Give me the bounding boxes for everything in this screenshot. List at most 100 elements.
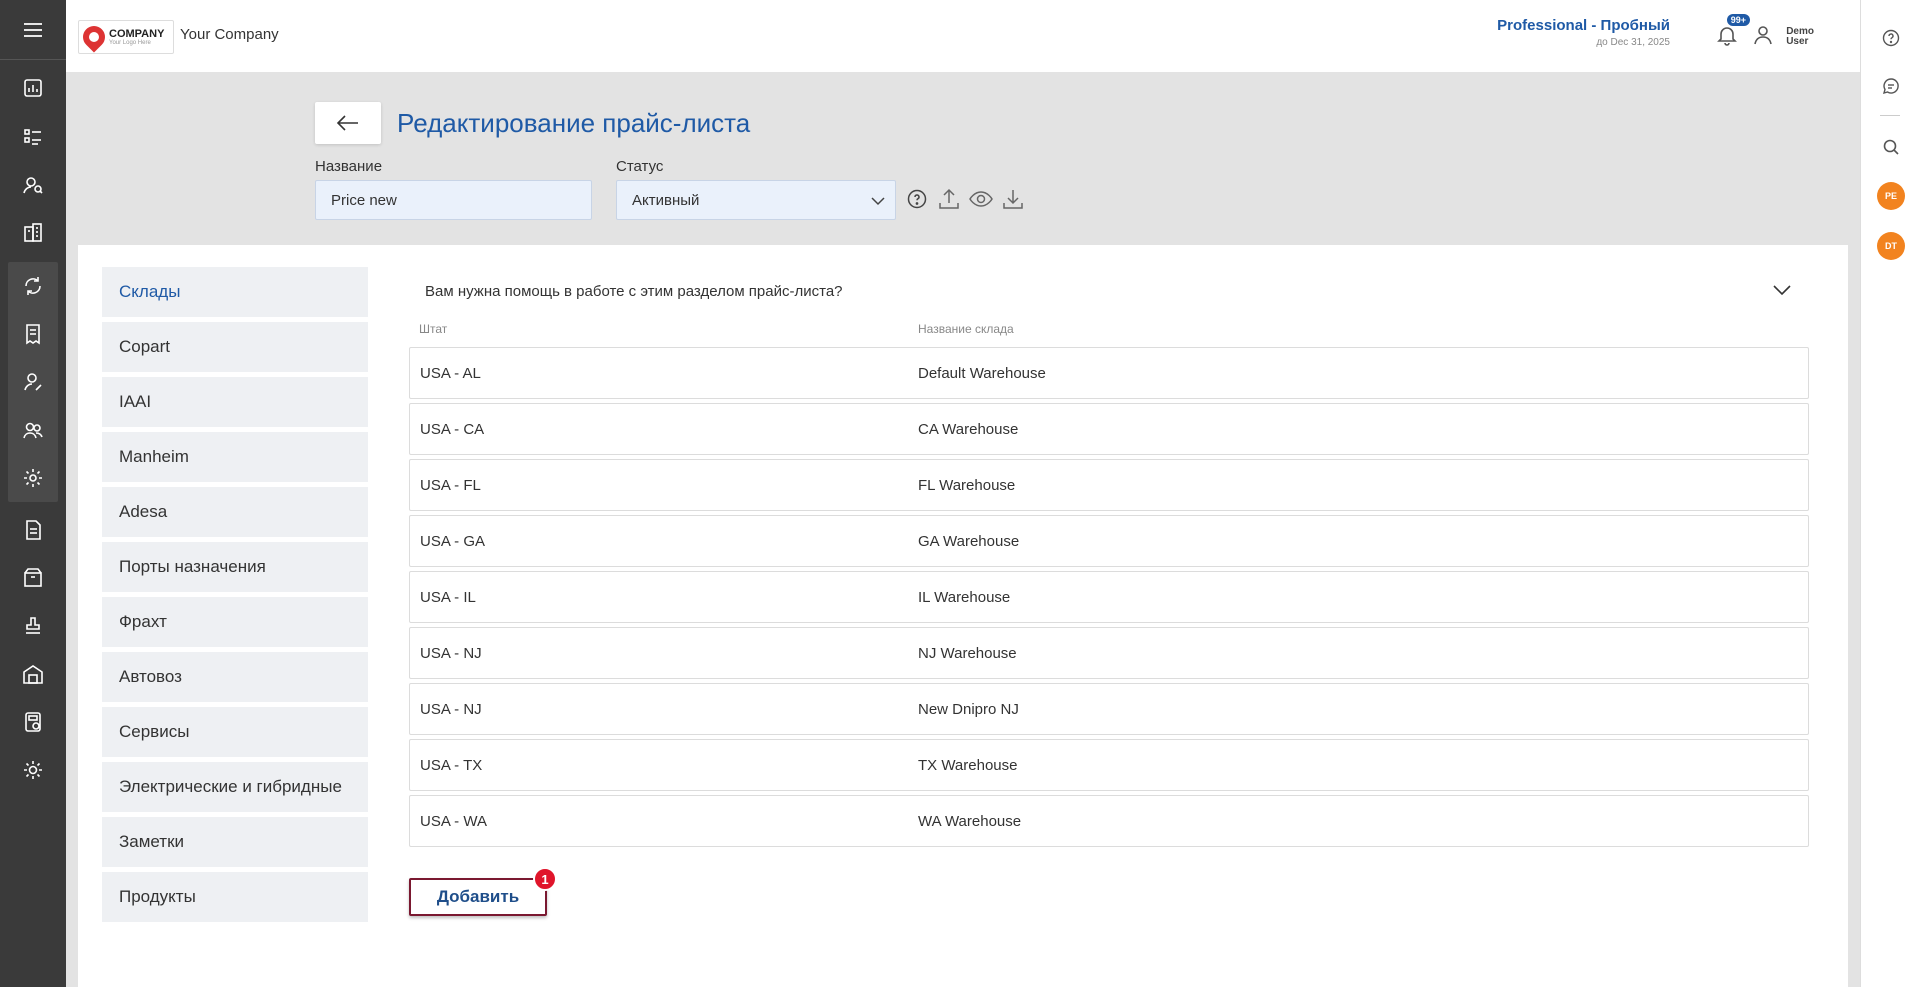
row-warehouse-name: Default Warehouse bbox=[918, 365, 1046, 382]
toolbar bbox=[904, 186, 1026, 212]
user-icon bbox=[1754, 26, 1772, 45]
column-header-warehouse: Название склада bbox=[918, 322, 1014, 336]
tab-item[interactable]: Adesa bbox=[102, 487, 368, 537]
tab-item[interactable]: Сервисы bbox=[102, 707, 368, 757]
warehouse-icon[interactable] bbox=[0, 654, 66, 694]
top-header: COMPANY Your Logo Here Your Company Prof… bbox=[66, 0, 1860, 72]
users-icon[interactable] bbox=[0, 410, 66, 450]
main-card: Склады Copart IAAI Manheim Adesa Порты назнач… bbox=[78, 245, 1848, 987]
tab-item[interactable]: IAAI bbox=[102, 377, 368, 427]
question-icon[interactable] bbox=[904, 186, 930, 212]
tab-item[interactable]: Склады bbox=[102, 267, 368, 317]
receipt-icon[interactable] bbox=[0, 314, 66, 354]
row-warehouse-name: CA Warehouse bbox=[918, 421, 1019, 438]
table-row[interactable]: USA - AL Default Warehouse bbox=[409, 347, 1809, 399]
chevron-down-icon bbox=[871, 197, 885, 206]
tab-item[interactable]: Порты назначения bbox=[102, 542, 368, 592]
row-state: USA - GA bbox=[420, 533, 486, 550]
left-sidebar bbox=[0, 0, 66, 987]
rightbar-divider bbox=[1880, 115, 1900, 116]
add-button[interactable]: Добавить bbox=[409, 878, 547, 916]
add-badge: 1 bbox=[533, 867, 557, 891]
tab-item[interactable]: Заметки bbox=[102, 817, 368, 867]
plan-until: до Dec 31, 2025 bbox=[1596, 37, 1670, 48]
column-header-state: Штат bbox=[419, 322, 448, 336]
bell-icon bbox=[1717, 27, 1737, 46]
right-sidebar: PE DT bbox=[1860, 0, 1919, 987]
name-input[interactable]: Price new bbox=[315, 180, 592, 220]
status-select[interactable]: Активный bbox=[616, 180, 896, 220]
row-state: USA - FL bbox=[420, 477, 481, 494]
row-state: USA - WA bbox=[420, 813, 487, 830]
dashboard-icon[interactable] bbox=[0, 68, 66, 108]
notifications-badge: 99+ bbox=[1726, 14, 1750, 26]
table-row[interactable]: USA - TX TX Warehouse bbox=[409, 739, 1809, 791]
exchange-icon[interactable] bbox=[0, 266, 66, 306]
checklist-icon[interactable] bbox=[0, 117, 66, 157]
company-logo[interactable]: COMPANY Your Logo Here bbox=[78, 20, 174, 54]
table-row[interactable]: USA - GA GA Warehouse bbox=[409, 515, 1809, 567]
user-name[interactable]: Demo User bbox=[1786, 27, 1814, 47]
avatar-pe[interactable]: PE bbox=[1877, 182, 1905, 210]
calculator-icon[interactable] bbox=[0, 702, 66, 742]
row-state: USA - CA bbox=[420, 421, 485, 438]
row-warehouse-name: IL Warehouse bbox=[918, 589, 1011, 606]
chat-icon[interactable] bbox=[1861, 71, 1919, 101]
tab-item[interactable]: Продукты bbox=[102, 872, 368, 922]
users-search-icon[interactable] bbox=[0, 165, 66, 205]
box-icon[interactable] bbox=[0, 558, 66, 598]
document-icon[interactable] bbox=[0, 510, 66, 550]
table-row[interactable]: USA - NJ New Dnipro NJ bbox=[409, 683, 1809, 735]
row-state: USA - IL bbox=[420, 589, 476, 606]
help-text[interactable]: Вам нужна помощь в работе с этим раздело… bbox=[425, 283, 843, 300]
row-warehouse-name: TX Warehouse bbox=[918, 757, 1018, 774]
arrow-left-icon bbox=[336, 115, 358, 131]
row-warehouse-name: NJ Warehouse bbox=[918, 645, 1017, 662]
table-row[interactable]: USA - NJ NJ Warehouse bbox=[409, 627, 1809, 679]
table-row[interactable]: USA - FL FL Warehouse bbox=[409, 459, 1809, 511]
user-edit-icon[interactable] bbox=[0, 362, 66, 402]
notifications-button[interactable]: 99+ bbox=[1710, 14, 1750, 52]
user-avatar-button[interactable] bbox=[1748, 20, 1778, 50]
eye-icon[interactable] bbox=[968, 186, 994, 212]
help-icon[interactable] bbox=[1861, 23, 1919, 53]
stamp-icon[interactable] bbox=[0, 606, 66, 646]
logo-text: COMPANY bbox=[109, 27, 165, 40]
company-name: Your Company bbox=[180, 26, 279, 43]
user-name-last: User bbox=[1786, 36, 1809, 47]
tab-item[interactable]: Электрические и гибридные bbox=[102, 762, 368, 812]
gear-icon[interactable] bbox=[0, 750, 66, 790]
avatar-dt[interactable]: DT bbox=[1877, 232, 1905, 260]
table-row[interactable]: USA - IL IL Warehouse bbox=[409, 571, 1809, 623]
table-row[interactable]: USA - WA WA Warehouse bbox=[409, 795, 1809, 847]
tab-item[interactable]: Manheim bbox=[102, 432, 368, 482]
row-warehouse-name: GA Warehouse bbox=[918, 533, 1020, 550]
page-title: Редактирование прайс-листа bbox=[397, 108, 751, 138]
plan-name: Professional - Пробный bbox=[1497, 17, 1670, 34]
download-icon[interactable] bbox=[1000, 186, 1026, 212]
search-icon[interactable] bbox=[1861, 132, 1919, 162]
tab-item[interactable]: Copart bbox=[102, 322, 368, 372]
plan-info[interactable]: Professional - Пробный до Dec 31, 2025 bbox=[1497, 17, 1670, 48]
back-button[interactable] bbox=[315, 102, 381, 144]
row-state: USA - TX bbox=[420, 757, 483, 774]
name-label: Название bbox=[315, 158, 383, 175]
row-warehouse-name: FL Warehouse bbox=[918, 477, 1016, 494]
table-row[interactable]: USA - CA CA Warehouse bbox=[409, 403, 1809, 455]
settings-user-icon[interactable] bbox=[0, 458, 66, 498]
row-state: USA - NJ bbox=[420, 701, 482, 718]
row-state: USA - AL bbox=[420, 365, 481, 382]
help-chevron-down-icon[interactable] bbox=[1773, 283, 1791, 301]
tab-item[interactable]: Автовоз bbox=[102, 652, 368, 702]
logo-subtext: Your Logo Here bbox=[109, 39, 151, 46]
upload-icon[interactable] bbox=[936, 186, 962, 212]
buildings-icon[interactable] bbox=[0, 213, 66, 253]
status-label: Статус bbox=[616, 158, 664, 175]
row-warehouse-name: New Dnipro NJ bbox=[918, 701, 1019, 718]
menu-icon[interactable] bbox=[0, 0, 66, 60]
tab-item[interactable]: Фрахт bbox=[102, 597, 368, 647]
row-state: USA - NJ bbox=[420, 645, 482, 662]
row-warehouse-name: WA Warehouse bbox=[918, 813, 1022, 830]
status-value: Активный bbox=[632, 191, 700, 209]
logo-pin-icon bbox=[78, 21, 110, 53]
